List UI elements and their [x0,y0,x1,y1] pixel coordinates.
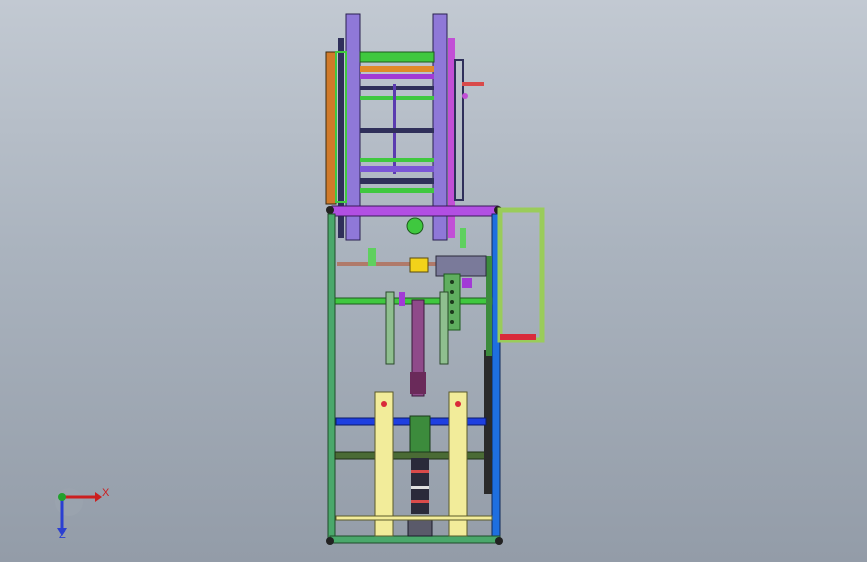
triad-y-origin [58,493,66,501]
frame-side-bracket [497,207,545,343]
frame-lower-olive-bar [334,451,493,460]
actuator-right-guide [439,291,449,365]
mechanism-grey-housing [435,255,487,277]
triad-z-label: Z [59,529,66,541]
mechanism-purple-block [462,278,472,288]
coordinate-triad: X Y Z [45,480,115,546]
crank-knob [462,93,468,99]
plate-hole-4 [450,310,454,314]
mechanism-gear [406,217,424,235]
center-column[interactable] [335,415,493,537]
actuator-head [410,372,426,394]
machine-assembly-model[interactable] [0,0,867,562]
rack-dark-bar-1 [360,86,434,90]
right-yellow-pillar [448,391,468,537]
triad-origin-shadow [55,488,83,516]
frame-left-post [327,213,336,543]
actuator-purple-arm [399,292,405,306]
center-stack-stripe-2 [411,486,429,489]
vertical-actuator[interactable] [385,291,449,397]
rack-purple-bar-2 [360,166,434,172]
plate-hole-1 [450,280,454,284]
mechanism-yellow-block [409,257,429,273]
right-green-rail [486,256,492,356]
actuator-left-guide [385,291,395,365]
bottom-right-foot [495,537,503,545]
rack-green-bar-4 [360,188,434,193]
rack-green-bar-2 [360,96,434,100]
top-left-foot [326,206,334,214]
rack-top-green-bar [359,51,435,63]
mechanism-green-valve-right [460,228,466,248]
rack-green-bar-3 [360,158,434,162]
main-frame[interactable] [326,207,545,545]
frame-bottom-bar [329,535,501,544]
bottom-rail [335,515,493,521]
rack-right-frame [454,59,464,201]
rack-purple-bar-1 [360,74,434,79]
center-stack-stripe-1 [411,470,429,473]
plate-hole-5 [450,320,454,324]
top-purple-crossbeam [331,205,499,217]
frame-side-red-bar [500,334,536,340]
triad-x-label: X [102,487,110,499]
cad-viewport[interactable]: X Y Z [0,0,867,562]
left-orange-panel [325,51,337,205]
right-pillar-bolt [455,401,461,407]
plate-hole-2 [450,290,454,294]
crank-handle [462,82,484,86]
triad-x-arrowhead [95,492,102,502]
center-stack-stripe-3 [411,500,429,503]
rack-orange-bar [360,66,434,72]
bottom-left-foot [326,537,334,545]
center-green-block [409,415,431,453]
rack-dark-bar-2 [360,128,434,133]
left-yellow-pillar [374,391,394,537]
left-pillar-bolt [381,401,387,407]
plate-hole-3 [450,300,454,304]
mechanism-green-valve-left [368,248,376,266]
rack-dark-bar-3 [360,178,434,184]
